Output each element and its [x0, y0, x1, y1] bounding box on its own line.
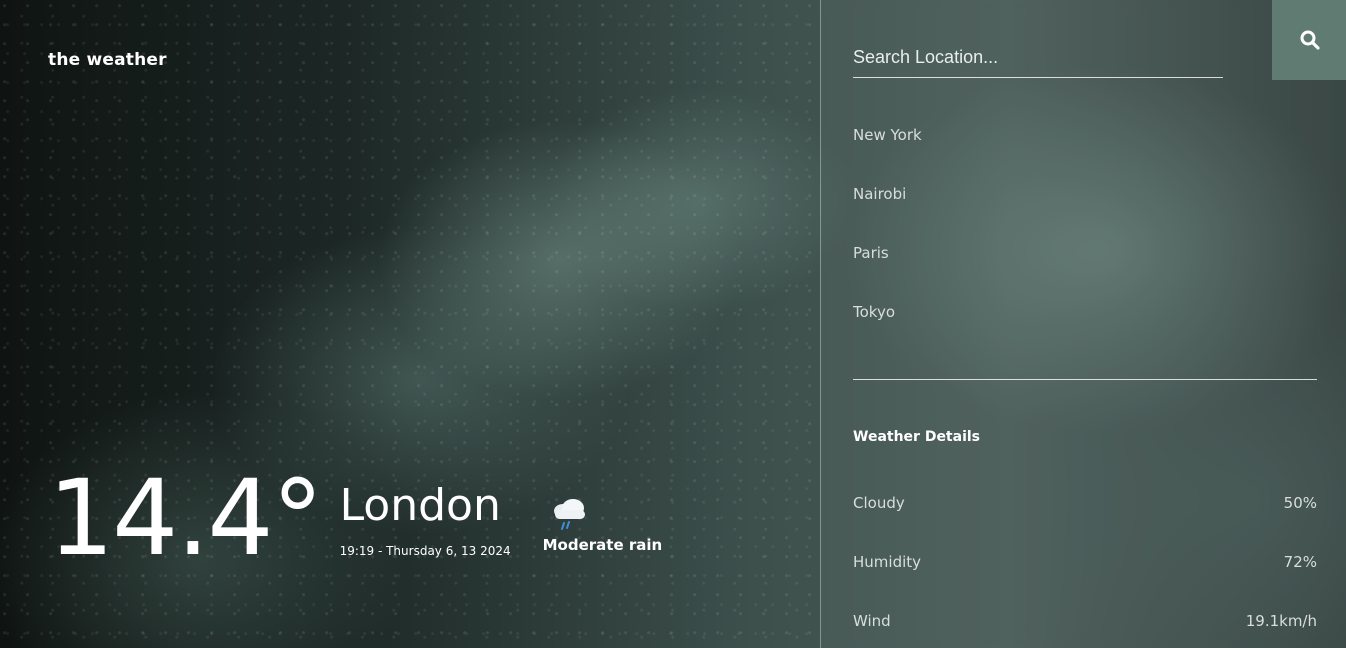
detail-row-humidity: Humidity 72% — [853, 553, 1317, 612]
side-panel: New York Nairobi Paris Tokyo Weather Det… — [820, 0, 1346, 648]
detail-value: 50% — [1283, 494, 1317, 512]
search-icon — [1300, 30, 1320, 50]
detail-label: Humidity — [853, 553, 922, 571]
divider — [853, 379, 1317, 380]
search-row — [853, 44, 1223, 78]
date-time: 19:19 - Thursday 6, 13 2024 — [339, 544, 511, 558]
condition-text: Moderate rain — [542, 536, 663, 554]
weather-details-title: Weather Details — [853, 429, 981, 445]
location-item-paris[interactable]: Paris — [853, 244, 922, 303]
detail-label: Cloudy — [853, 494, 905, 512]
search-button[interactable] — [1272, 0, 1346, 80]
rain-cloud-icon — [553, 499, 585, 530]
condition-block: Moderate rain — [542, 496, 663, 554]
location-item-nairobi[interactable]: Nairobi — [853, 185, 922, 244]
search-input[interactable] — [853, 44, 1223, 78]
city-name: London — [339, 480, 501, 531]
detail-value: 72% — [1283, 553, 1317, 571]
detail-value: 19.1km/h — [1245, 612, 1317, 630]
location-item-new-york[interactable]: New York — [853, 126, 922, 185]
brand-title: the weather — [48, 50, 167, 70]
location-item-tokyo[interactable]: Tokyo — [853, 303, 922, 362]
location-list: New York Nairobi Paris Tokyo — [853, 126, 922, 362]
city-block: London 19:19 - Thursday 6, 13 2024 — [339, 480, 511, 559]
current-weather: 14.4° London 19:19 - Thursday 6, 13 2024… — [48, 462, 662, 570]
weather-details: Cloudy 50% Humidity 72% Wind 19.1km/h — [853, 494, 1317, 648]
detail-row-cloudy: Cloudy 50% — [853, 494, 1317, 553]
detail-label: Wind — [853, 612, 891, 630]
detail-row-wind: Wind 19.1km/h — [853, 612, 1317, 648]
temperature: 14.4° — [48, 457, 324, 579]
